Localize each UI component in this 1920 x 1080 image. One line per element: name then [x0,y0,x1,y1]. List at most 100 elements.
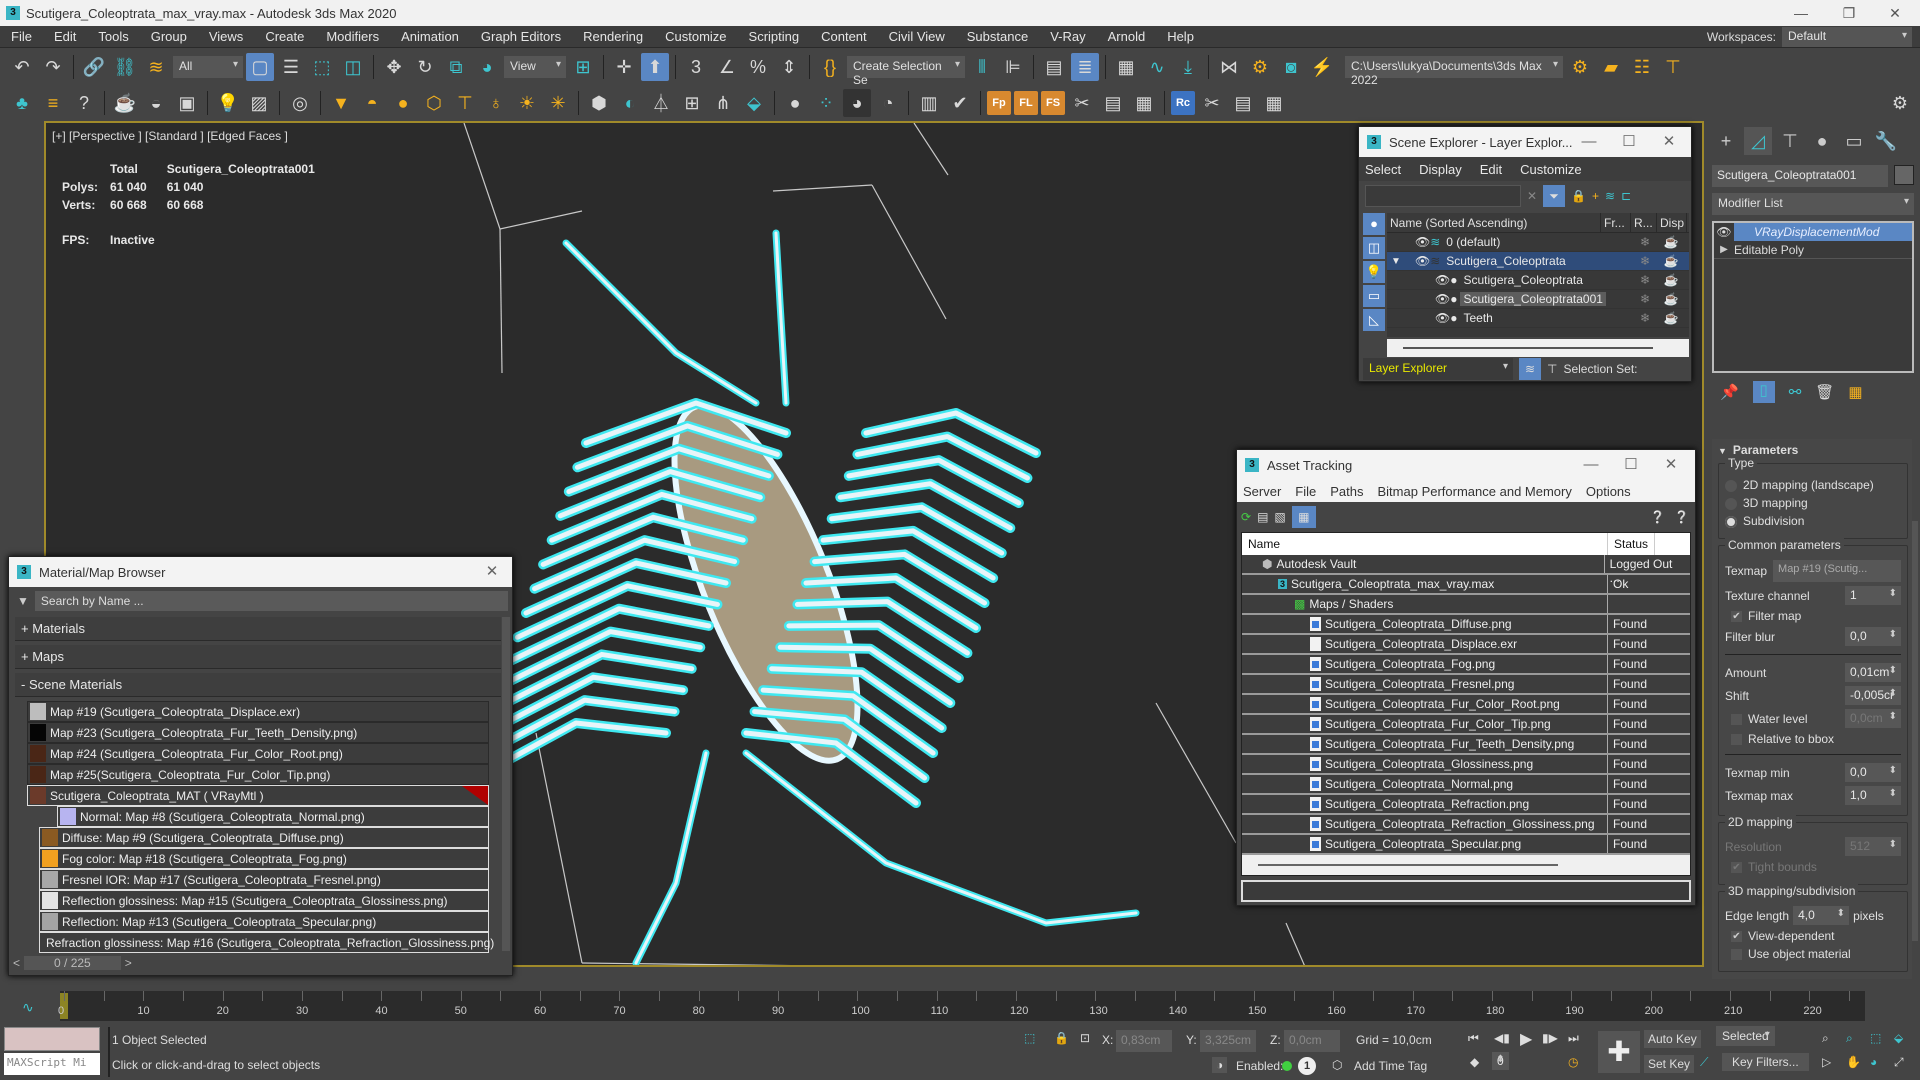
search-input[interactable]: Search by Name ... [34,591,508,611]
se-menu-display[interactable]: Display [1419,162,1462,177]
group-scene-materials[interactable]: - Scene Materials [15,673,501,697]
edit-named-selection-icon[interactable]: {} [816,53,844,81]
freeze-icon[interactable]: ❄ [1633,254,1657,268]
vray-volume-grid-icon[interactable]: ⬙ [740,89,768,117]
vray-material-icon[interactable]: ● [781,89,809,117]
rect-selection-icon[interactable]: ⬚ [308,53,336,81]
railclone-grid-icon[interactable]: ▦ [1260,89,1288,117]
forest-tools-icon[interactable]: ✂ [1068,89,1096,117]
next-frame-icon[interactable]: ▮▶ [1542,1031,1558,1045]
vray-proxy-export-icon[interactable]: ⬢ [585,89,613,117]
freeze-icon[interactable]: ❄ [1633,292,1657,306]
filter-map-checkbox[interactable]: ✔ Filter map [1731,609,1901,623]
amount-spinner[interactable]: 0,01cm [1845,663,1901,682]
vault-help-icon[interactable]: ❔ [1650,510,1665,524]
remove-modifier-icon[interactable]: 🗑 [1815,383,1834,401]
eye-icon[interactable]: 👁 [1714,225,1734,239]
menu-group[interactable]: Group [140,29,198,44]
scene-explorer-titlebar[interactable]: 3 Scene Explorer - Layer Explor... — ☐ ✕ [1359,127,1691,157]
set-key-button[interactable]: Set Key [1644,1055,1695,1073]
menu-edit[interactable]: Edit [43,29,87,44]
project-structure-icon[interactable]: ☷ [1628,53,1656,81]
motion-tab-icon[interactable]: ● [1808,127,1836,155]
align-icon[interactable]: ⊫ [999,53,1027,81]
reference-coord-dropdown[interactable]: View [504,56,566,78]
move-icon[interactable]: ✥ [380,53,408,81]
render-teapot-icon[interactable]: ☕ [1659,292,1683,306]
scene-tree-row[interactable]: 👁 ● Teeth ❄ ☕ [1387,309,1689,328]
se-menu-select[interactable]: Select [1365,162,1401,177]
radio-3d-mapping[interactable]: 3D mapping [1725,496,1901,510]
vray-logo-icon[interactable]: ✔ [946,89,974,117]
explorer-type-dropdown[interactable]: Layer Explorer [1363,358,1513,380]
hierarchy-icon[interactable]: ⊏ [1621,189,1631,203]
asset-row[interactable]: ⬢ Autodesk Vault Logged Out ... [1242,555,1690,585]
map-item[interactable]: Map #23 (Scutigera_Coleoptrata_Fur_Teeth… [27,722,489,743]
map-item[interactable]: Map #19 (Scutigera_Coleoptrata_Displace.… [27,701,489,722]
map-item[interactable]: Diffuse: Map #9 (Scutigera_Coleoptrata_D… [39,827,489,848]
column-name[interactable]: Name [1242,533,1608,555]
pin-stack-icon[interactable]: 📌 [1720,383,1739,401]
asset-row[interactable]: ▩ Maps / Shaders [1242,595,1690,615]
selection-filter-dropdown[interactable]: All [173,56,243,78]
show-end-result-icon[interactable]: ▯ [1752,381,1775,403]
project-folder-icon[interactable]: ▰ [1597,53,1625,81]
placement-icon[interactable]: ◕ [473,53,501,81]
menu-tools[interactable]: Tools [87,29,139,44]
zoom-all-icon[interactable]: ⌕ [1846,1031,1853,1046]
scale-icon[interactable]: ⧉ [442,53,470,81]
sort-by-layer-icon[interactable]: ≋ [1519,358,1541,380]
stack-item-vray-displacement[interactable]: 👁 VRayDisplacementMod [1714,223,1912,241]
vray-sphere-light-icon[interactable]: ● [389,89,417,117]
curve-editor-icon[interactable]: ∿ [1143,53,1171,81]
select-by-name-icon[interactable]: ☰ [277,53,305,81]
menu-animation[interactable]: Animation [390,29,470,44]
command-panel-scrollbar[interactable] [1912,521,1918,941]
render-setup-icon[interactable]: ⚙ [1246,53,1274,81]
water-level-spinner[interactable]: 0,0cm [1845,709,1901,728]
vray-spot-light-icon[interactable]: ♁ [482,89,510,117]
menu-content[interactable]: Content [810,29,878,44]
collapse-arrow-icon[interactable]: ▼ [1391,256,1401,267]
close-icon[interactable]: ✕ [472,557,512,587]
map-item[interactable]: Fog color: Map #18 (Scutigera_Coleoptrat… [39,848,489,869]
radio-2d-mapping[interactable]: 2D mapping (landscape) [1725,478,1901,492]
relative-to-bbox-checkbox[interactable]: Relative to bbox [1731,732,1901,746]
menu-modifiers[interactable]: Modifiers [315,29,390,44]
select-manipulate-icon[interactable]: ✛ [610,53,638,81]
helpers-filter-icon[interactable]: ◺ [1363,309,1385,331]
asset-row[interactable]: Scutigera_Coleoptrata_Fresnel.png Found [1242,675,1690,695]
asset-row[interactable]: Scutigera_Coleoptrata_Refraction.png Foun… [1242,795,1690,815]
edge-length-spinner[interactable]: 4,0 [1793,906,1850,925]
project-tree-icon[interactable]: ⊤ [1659,53,1687,81]
project-path-dropdown[interactable]: C:\Users\lukya\Documents\3ds Max 2022 [1345,56,1563,87]
customize-ui-icon[interactable]: ⚙ [1886,89,1914,117]
maximize-icon[interactable]: ☐ [1611,450,1651,480]
info-badge-icon[interactable]: 1 [1298,1057,1316,1075]
render-production-icon[interactable]: ⚡ [1308,53,1336,81]
map-item[interactable]: Reflection glossiness: Map #15 (Scutiger… [39,890,489,911]
column-render[interactable]: R... [1631,213,1657,232]
spinner-snap-icon[interactable]: ⇕ [775,53,803,81]
vray-camera-icon[interactable]: ▨ [245,89,273,117]
percent-snap-icon[interactable]: % [744,53,772,81]
z-coordinate-field[interactable]: 0,0cm [1284,1030,1340,1052]
at-menu-bitmap[interactable]: Bitmap Performance and Memory [1378,484,1572,499]
water-level-checkbox[interactable]: Water level [1731,712,1808,726]
vray-plane-icon[interactable]: ◒ [142,89,170,117]
texmap-max-spinner[interactable]: 1,0 [1845,786,1901,805]
column-status[interactable]: Status [1608,533,1656,555]
forest-set-icon[interactable]: FS [1041,91,1065,115]
schematic-view-icon[interactable]: ⋈ [1215,53,1243,81]
close-icon[interactable]: ✕ [1649,127,1689,157]
maxscript-input[interactable]: MAXScript Mi [4,1053,100,1075]
key-mode-dropdown[interactable]: Selected [1716,1026,1775,1046]
shift-spinner[interactable]: -0,005cr [1845,686,1901,705]
link-icon[interactable]: 🔗 [80,53,108,81]
asset-tracking-titlebar[interactable]: 3 Asset Tracking — ☐ ✕ [1237,450,1695,480]
group-maps[interactable]: + Maps [15,645,501,669]
minimize-icon[interactable]: — [1571,450,1611,480]
freeze-icon[interactable]: ❄ [1633,273,1657,287]
forest-pack-icon[interactable]: Fp [987,91,1011,115]
scene-tree-row[interactable]: 👁 ● Scutigera_Coleoptrata001 ❄ ☕ [1387,290,1689,309]
